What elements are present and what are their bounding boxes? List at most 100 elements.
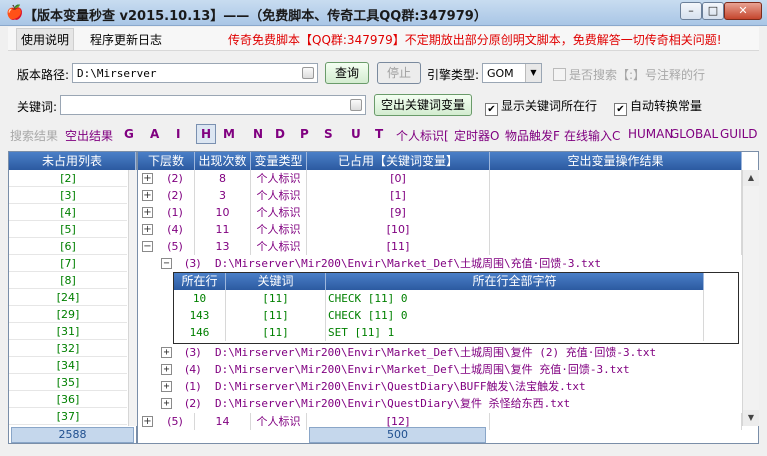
expand-icon[interactable]: + [142, 416, 153, 427]
list-item[interactable]: [3] [9, 187, 127, 204]
auto-convert-checkbox[interactable]: ✔ 自动转换常量 [614, 97, 702, 116]
list-item[interactable]: [4] [9, 204, 127, 221]
expand-icon[interactable]: + [161, 364, 172, 375]
list-item[interactable]: [37] [9, 408, 127, 425]
file-row[interactable]: − (3) D:\Mirserver\Mir200\Envir\Market_Def… [157, 255, 723, 272]
table-row[interactable]: − (5) 13 个人标识 [11] [138, 238, 742, 255]
list-item[interactable]: [8] [9, 272, 127, 289]
tab-11[interactable]: U [351, 127, 361, 141]
engine-label: 引擎类型: [427, 68, 480, 82]
file-path: D:\Mirserver\Mir200\Envir\QuestDiary\BUF… [215, 380, 586, 393]
tab-5[interactable]: H [196, 124, 217, 144]
list-item[interactable]: [2] [9, 170, 127, 187]
list-item[interactable]: [7] [9, 255, 127, 272]
engine-select[interactable]: GOM ▼ [482, 63, 542, 83]
file-row[interactable]: + (4) D:\Mirserver\Mir200\Envir\Market_Def… [157, 361, 723, 378]
browse-icon[interactable] [302, 67, 314, 79]
minimize-button[interactable]: – [680, 2, 702, 20]
results-scrollbar[interactable]: ▲ ▼ [742, 170, 759, 426]
detail-keyword: [11] [226, 290, 326, 307]
detail-keyword: [11] [226, 324, 326, 341]
file-row[interactable]: + (3) D:\Mirserver\Mir200\Envir\Market_Def… [157, 344, 723, 361]
tab-3[interactable]: A [150, 127, 159, 141]
tab-12[interactable]: T [375, 127, 383, 141]
col-header[interactable]: 出现次数 [195, 152, 251, 170]
detail-row[interactable]: 143 [11] CHECK [11] 0 [174, 307, 704, 324]
detail-header[interactable]: 所在行全部字符 [326, 273, 704, 290]
file-level: (1) [185, 380, 201, 393]
list-item[interactable]: [36] [9, 391, 127, 408]
table-row[interactable]: + (5) 14 个人标识 [12] [138, 413, 742, 430]
tab-15[interactable]: 物品触发F [505, 127, 560, 144]
expand-icon[interactable]: + [142, 224, 153, 235]
tab-2[interactable]: G [124, 127, 134, 141]
tab-14[interactable]: 定时器O [454, 127, 499, 144]
tab-19[interactable]: GUILD [720, 127, 758, 141]
table-row[interactable]: + (2) 3 个人标识 [1] [138, 187, 742, 204]
file-row[interactable]: + (2) D:\Mirserver\Mir200\Envir\QuestDiary… [157, 395, 723, 412]
expand-icon[interactable]: + [142, 190, 153, 201]
list-item[interactable]: [24] [9, 289, 127, 306]
unused-list-panel: 未占用列表 [2] [3] [4] [5] [6] [7] [8] [24] [29] [31][… [8, 151, 137, 444]
tab-1[interactable]: 空出结果 [65, 127, 113, 144]
detail-header[interactable]: 所在行 [174, 273, 226, 290]
detail-row[interactable]: 146 [11] SET [11] 1 [174, 324, 704, 341]
tab-7[interactable]: N [253, 127, 263, 141]
list-item[interactable]: [31] [9, 323, 127, 340]
detail-header[interactable]: 关键词 [226, 273, 326, 290]
tab-8[interactable]: D [275, 127, 285, 141]
table-row[interactable]: + (4) 11 个人标识 [10] [138, 221, 742, 238]
cell-level: (2) [156, 170, 195, 187]
expand-icon[interactable]: + [142, 207, 153, 218]
tab-9[interactable]: P [300, 127, 309, 141]
show-keyword-vars-button[interactable]: 空出关键词变量 [374, 94, 472, 116]
show-keyword-line-checkbox[interactable]: ✔ 显示关键词所在行 [485, 97, 597, 116]
left-scrollbar[interactable] [128, 170, 137, 426]
tab-10[interactable]: S [324, 127, 333, 141]
scroll-up-icon[interactable]: ▲ [743, 170, 759, 186]
maximize-button[interactable]: □ [702, 2, 724, 20]
detail-line: 143 [174, 307, 226, 324]
tab-6[interactable]: M [223, 127, 235, 141]
stop-button[interactable]: 停止 [377, 62, 421, 84]
col-header[interactable]: 变量类型 [251, 152, 307, 170]
col-header[interactable]: 空出变量操作结果 [490, 152, 742, 170]
expand-icon[interactable]: + [142, 173, 153, 184]
expand-icon[interactable]: − [161, 258, 172, 269]
table-row[interactable]: + (1) 10 个人标识 [9] [138, 204, 742, 221]
scroll-down-icon[interactable]: ▼ [743, 410, 759, 426]
file-row[interactable]: + (1) D:\Mirserver\Mir200\Envir\QuestDiary… [157, 378, 723, 395]
list-item[interactable]: [29] [9, 306, 127, 323]
list-item[interactable]: [32] [9, 340, 127, 357]
close-button[interactable]: ✕ [724, 2, 762, 20]
list-item[interactable]: [6] [9, 238, 127, 255]
expand-icon[interactable]: − [142, 241, 153, 252]
expand-icon[interactable]: + [161, 347, 172, 358]
tab-4[interactable]: I [176, 127, 180, 141]
col-header[interactable]: 下层数 [138, 152, 195, 170]
expand-icon[interactable]: + [161, 381, 172, 392]
list-item[interactable]: [34] [9, 357, 127, 374]
table-row[interactable]: + (2) 8 个人标识 [0] [138, 170, 742, 187]
list-item[interactable]: [35] [9, 374, 127, 391]
expand-icon[interactable]: + [161, 398, 172, 409]
dropdown-icon[interactable] [350, 99, 362, 111]
col-header[interactable]: 已占用【关键词变量】 [307, 152, 490, 170]
tab-17[interactable]: HUMAN [628, 127, 673, 141]
cell-result [490, 238, 742, 255]
list-item[interactable]: [5] [9, 221, 127, 238]
tab-18[interactable]: GLOBAL [670, 127, 718, 141]
keyword-field[interactable] [60, 95, 366, 115]
menu-usage[interactable]: 使用说明 [16, 28, 75, 51]
detail-row[interactable]: 10 [11] CHECK [11] 0 [174, 290, 704, 307]
query-button[interactable]: 查询 [325, 62, 369, 84]
tab-13[interactable]: 个人标识[ [396, 127, 449, 144]
cell-result [490, 170, 742, 187]
path-field[interactable]: D:\Mirserver [72, 63, 318, 83]
menu-changelog[interactable]: 程序更新日志 [90, 31, 162, 48]
cell-var: [10] [307, 221, 490, 238]
tab-16[interactable]: 在线输入C [564, 127, 620, 144]
search-bracket-checkbox[interactable]: 是否搜索【:】号注释的行 [553, 66, 705, 83]
check-icon: ✔ [614, 103, 627, 116]
cell-type: 个人标识 [251, 238, 307, 255]
